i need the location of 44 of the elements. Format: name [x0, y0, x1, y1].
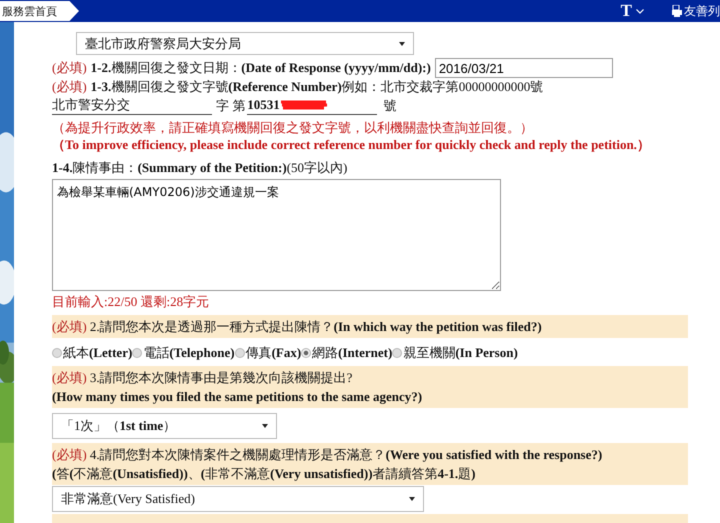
option-label[interactable]: 親至機關(In Person) [403, 344, 518, 362]
input-field[interactable]: 北市警安分交 [52, 96, 212, 115]
option-label[interactable]: 電話(Telephone) [143, 344, 235, 362]
option-label[interactable]: 網路(Internet) [312, 344, 392, 362]
question-text: (How many times you filed the same petitions to the same agency?) [52, 389, 422, 404]
question-text: 4.請問您對本次陳情案件之機關處理情形是否滿意？(Were you satisfied with the response?) [90, 447, 602, 462]
option-label[interactable]: 傳真(Fax) [246, 344, 302, 362]
question-text: 3.請問您本次陳情事由是第幾次向該機關提出? [90, 370, 352, 385]
notice-text: （To improve efficiency, please include correct reference number for quickly check and reply the petition.） [52, 136, 651, 153]
input-field[interactable]: 10531 [247, 96, 378, 115]
caret-icon [409, 497, 415, 501]
required-mark: (必填) [52, 59, 87, 77]
required-mark: (必填) [52, 319, 87, 334]
radio-button[interactable] [392, 348, 402, 358]
home-tab[interactable]: 服務雲首頁 [0, 1, 79, 21]
field-label: 1-3.機關回復之發文字號(Reference Number)例如：北市交裁字第00000000000號 [90, 78, 544, 96]
radio-button[interactable] [234, 348, 245, 358]
dropdown[interactable]: 「1次」（1st time） [52, 413, 277, 439]
dropdown[interactable]: 臺北市政府警察局大安分局 [76, 32, 414, 55]
field-label: 1-2.機關回復之發文日期：(Date of Response (yyyy/mm/dd):) [90, 59, 431, 77]
required-mark: (必填) [52, 370, 87, 385]
field-label: 1-4.陳情事由：(Summary of the Petition:)(50字以內) [52, 159, 348, 177]
caret-icon [262, 424, 268, 428]
printer-icon [672, 5, 682, 17]
option-label[interactable]: 紙本(Letter) [63, 344, 132, 362]
chevron-icon [636, 8, 644, 14]
required-mark: (必填) [52, 447, 87, 462]
radio-button[interactable] [132, 348, 142, 358]
character-counter: 目前輸入:22/50 還剩:28字元 [52, 293, 210, 311]
field-label: 字 第 [215, 96, 246, 114]
font-size-button[interactable]: T [620, 1, 644, 21]
question-text: 2.請問您本次是透過那一種方式提出陳情？(In which way the petition was filed?) [90, 319, 542, 334]
radio-button[interactable] [52, 348, 62, 358]
notice-text: （為提升行政效率，請正確填寫機關回復之發文字號，以利機關盡快查詢並回復。） [52, 119, 534, 136]
text-area[interactable]: 為檢舉某車輛(AMY0206)涉交通違規一案 [52, 179, 501, 291]
required-mark: (必填) [52, 78, 87, 96]
accessibility-link[interactable]: 友善列 [672, 2, 720, 20]
date-field[interactable]: 2016/03/21 [434, 58, 613, 78]
radio-button[interactable] [301, 348, 312, 358]
link-text: 友善列 [684, 2, 720, 20]
question-text: (答(不滿意(Unsatisfied))、(非常不滿意(Very unsatisfied))者請續答第4-1.題) [52, 466, 476, 481]
dropdown[interactable]: 非常滿意(Very Satisfied) [52, 486, 424, 512]
field-label: 號 [383, 96, 396, 114]
caret-icon [399, 42, 405, 46]
